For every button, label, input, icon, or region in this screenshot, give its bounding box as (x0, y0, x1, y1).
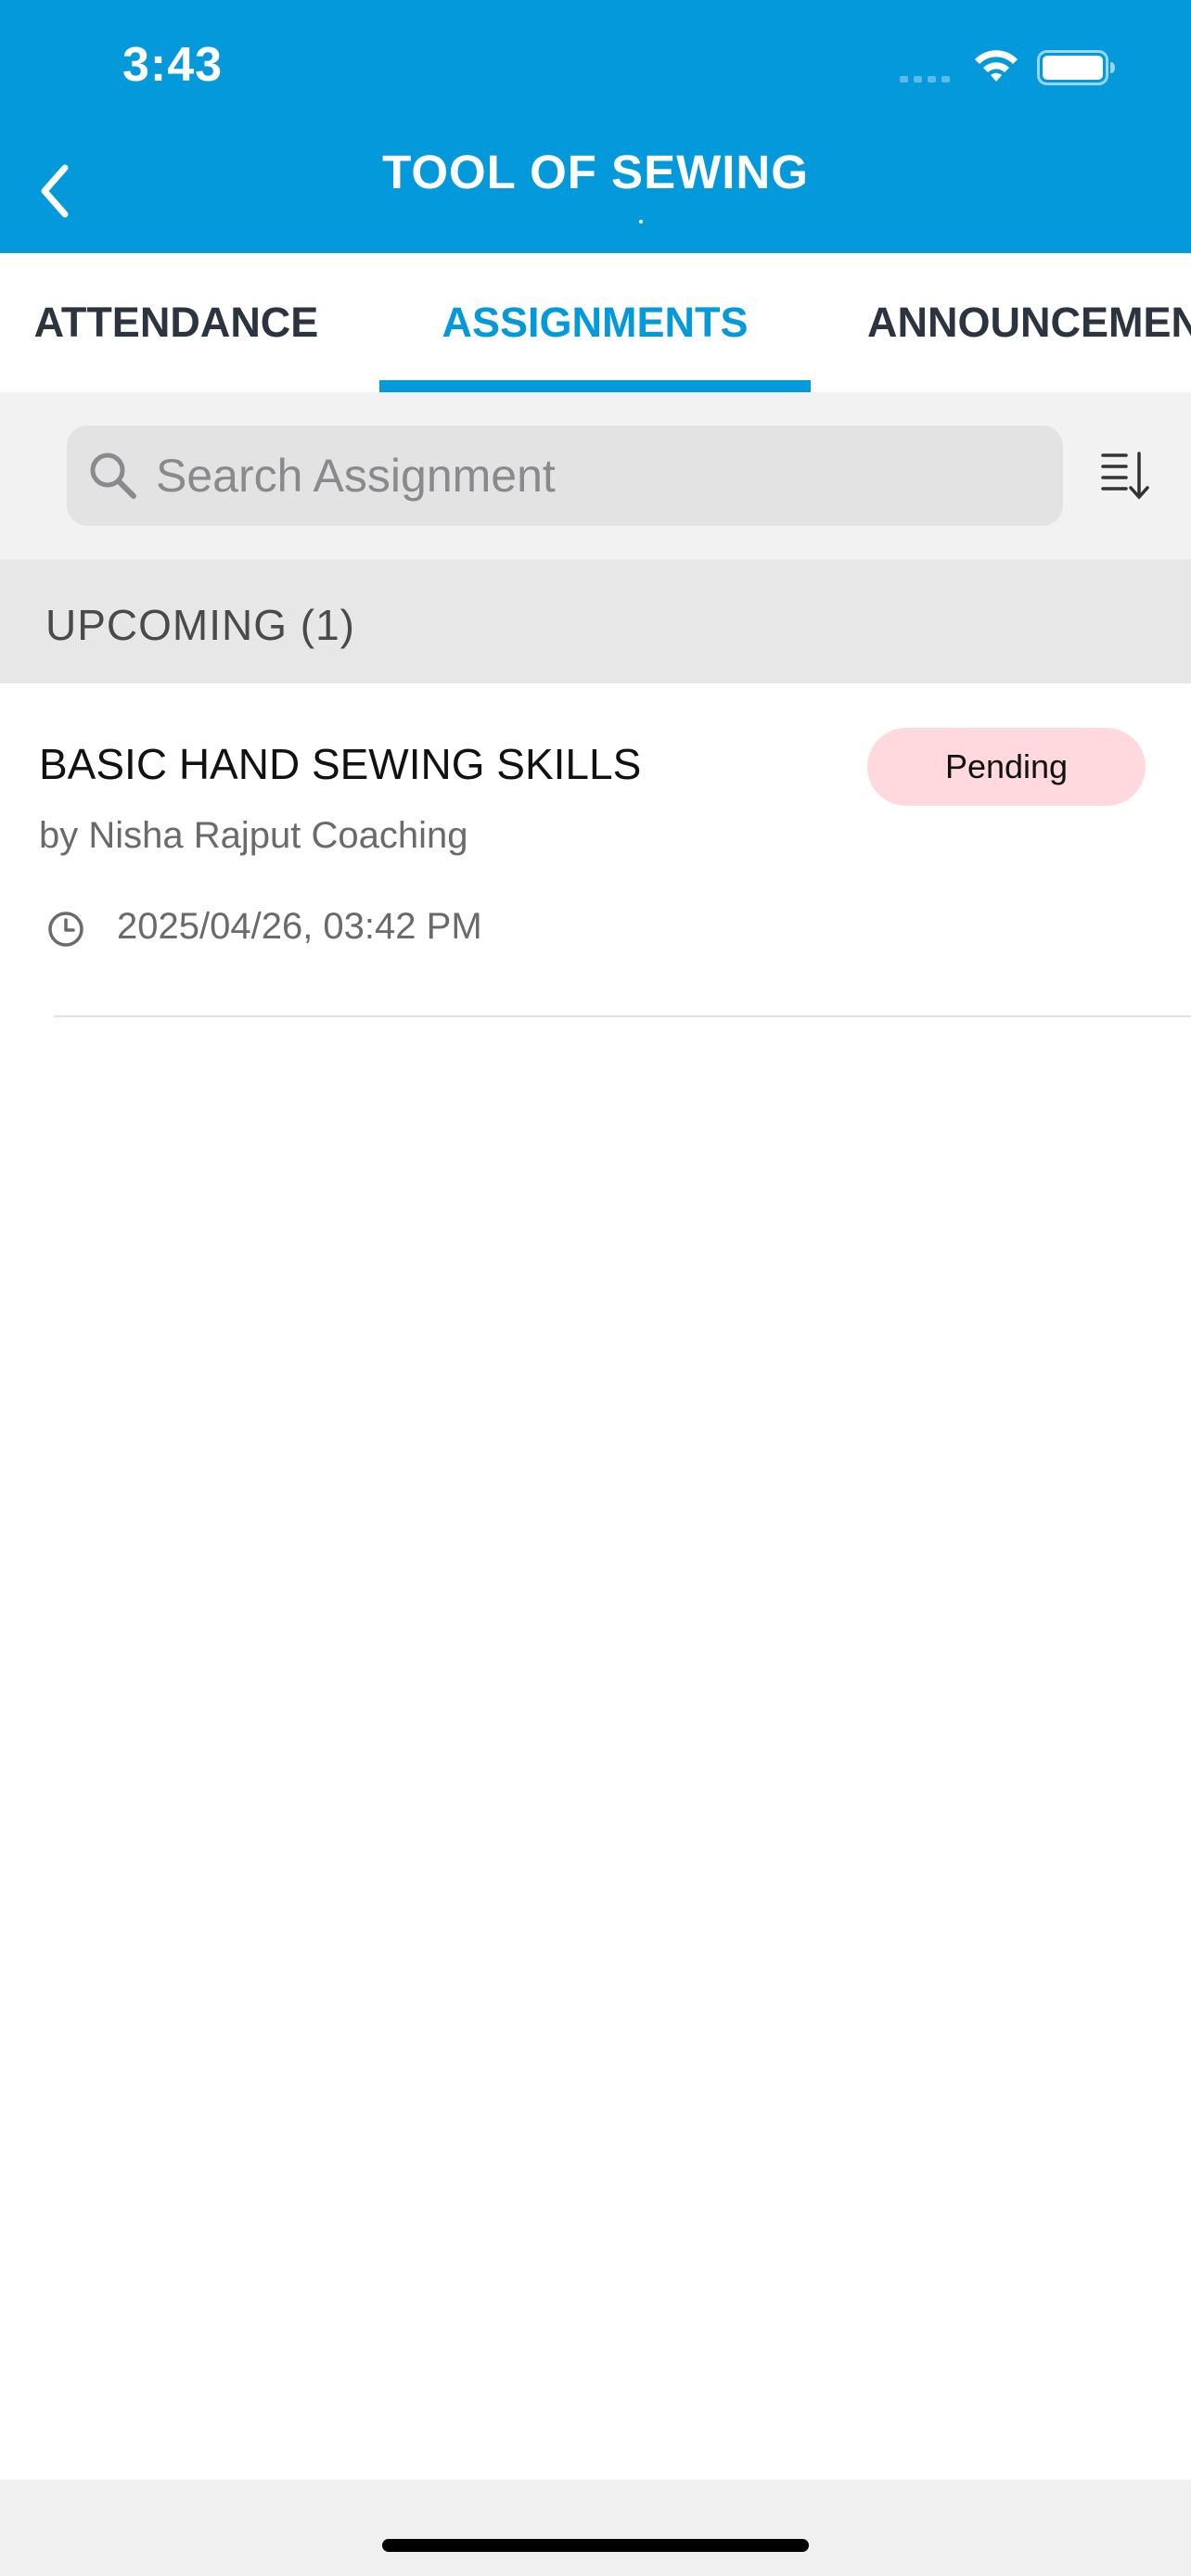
assignment-title: BASIC HAND SEWING SKILLS (39, 740, 642, 788)
status-time: 3:43 (122, 38, 224, 92)
wifi-icon (975, 50, 1018, 82)
app-header: 3:43 TOOL OF SEWING (0, 0, 1191, 253)
chevron-left-icon (41, 164, 69, 218)
bottom-safe-area (0, 2480, 1191, 2576)
section-title: UPCOMING (1) (45, 601, 355, 649)
title-dot (639, 220, 643, 223)
search-icon (90, 453, 136, 499)
cellular-signal-icon (900, 76, 950, 83)
clock-icon (48, 912, 83, 947)
active-tab-indicator (379, 380, 811, 392)
page-title: TOOL OF SEWING (382, 146, 809, 198)
search-area (0, 392, 1191, 559)
sort-descending-icon[interactable] (1100, 448, 1150, 504)
tab-assignments[interactable]: ASSIGNMENTS (379, 253, 811, 392)
status-badge: Pending (867, 728, 1146, 806)
tab-attendance[interactable]: ATTENDANCE (0, 253, 352, 392)
search-input[interactable] (154, 448, 992, 504)
battery-icon (1037, 50, 1115, 85)
assignment-author: by Nisha Rajput Coaching (39, 815, 468, 856)
tab-bar: ATTENDANCE ASSIGNMENTS ANNOUNCEMENTS (0, 253, 1191, 392)
divider (54, 1015, 1191, 1017)
list-item[interactable]: BASIC HAND SEWING SKILLS by Nisha Rajput… (0, 683, 1191, 1017)
assignment-datetime: 2025/04/26, 03:42 PM (117, 906, 482, 947)
back-button[interactable] (26, 158, 82, 224)
assignments-screen: 3:43 TOOL OF SEWING ATTENDANCE ASSIGNMEN… (0, 0, 1191, 2576)
home-indicator[interactable] (382, 2539, 809, 2552)
tab-announcements[interactable]: ANNOUNCEMENTS (867, 253, 1191, 392)
search-box[interactable] (67, 426, 1063, 526)
section-header: UPCOMING (1) (0, 559, 1191, 683)
